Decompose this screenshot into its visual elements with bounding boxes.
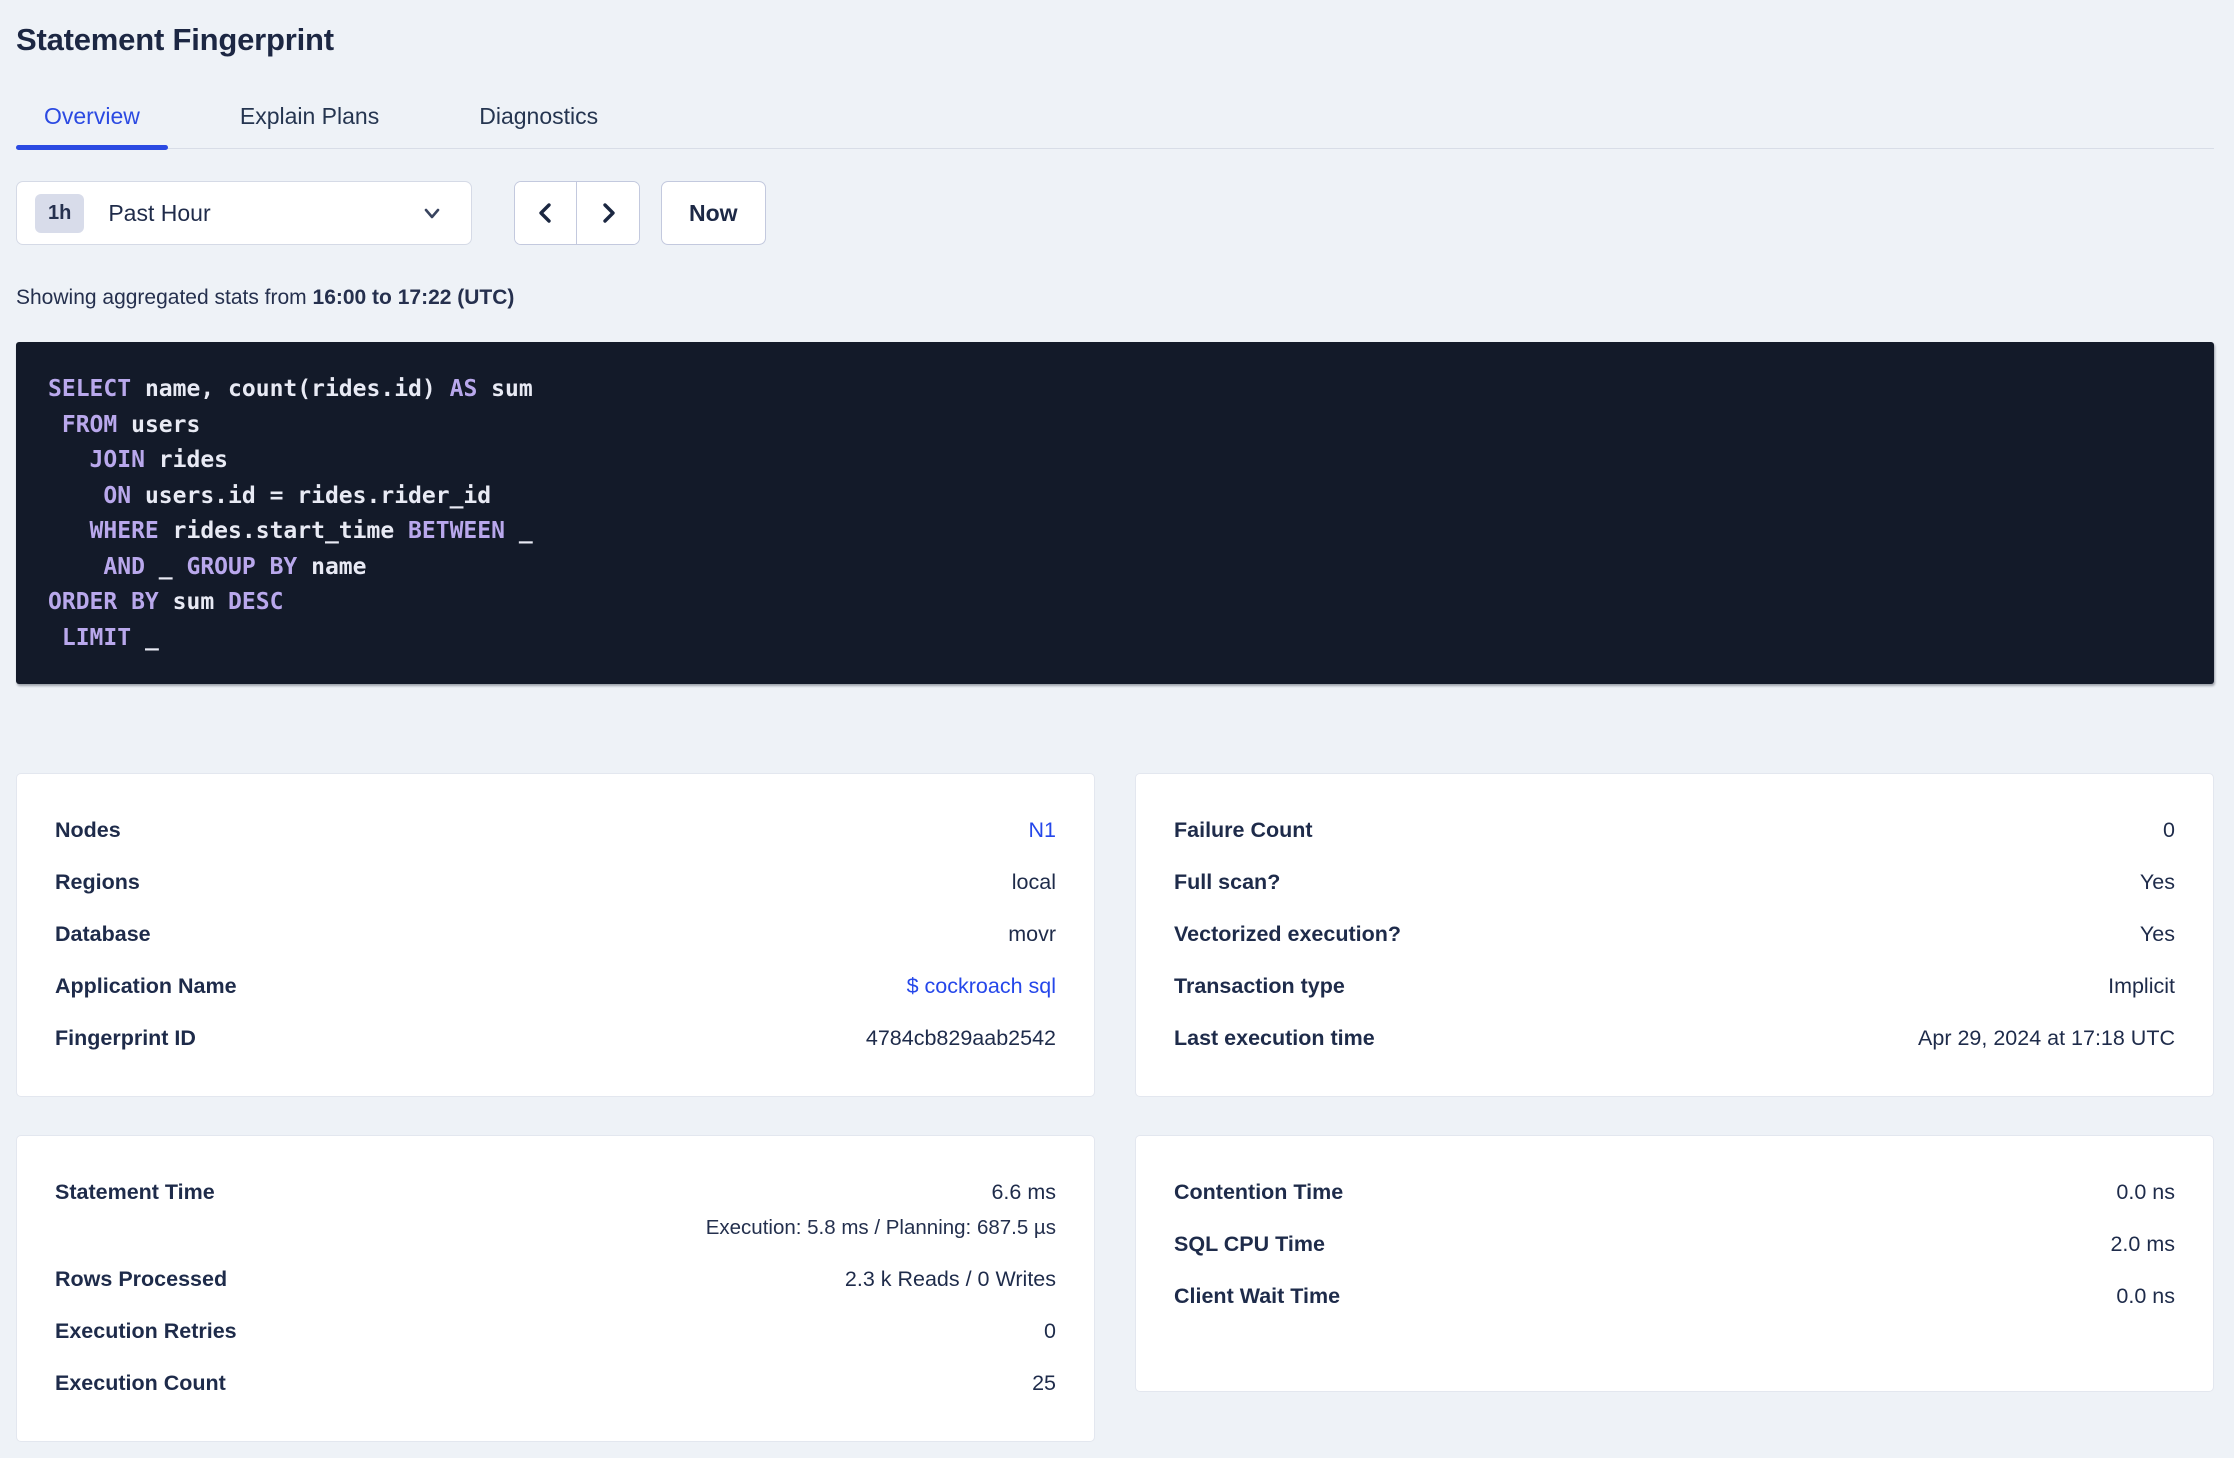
now-button[interactable]: Now — [661, 181, 766, 245]
tab-diagnostics[interactable]: Diagnostics — [451, 91, 626, 148]
transaction-type-label: Transaction type — [1174, 974, 1345, 998]
statement-time-value: 6.6 ms — [991, 1180, 1056, 1204]
execution-retries-value: 0 — [1044, 1319, 1056, 1343]
interval-label: Past Hour — [108, 199, 211, 226]
regions-value: local — [1011, 870, 1056, 894]
contention-time-label: Contention Time — [1174, 1180, 1344, 1204]
contention-time-value: 0.0 ns — [2116, 1180, 2175, 1204]
vectorized-execution-label: Vectorized execution? — [1174, 922, 1402, 946]
chevron-left-icon — [532, 199, 560, 227]
interval-badge: 1h — [35, 193, 85, 233]
regions-row: Regions local — [55, 857, 1056, 909]
application-name-row: Application Name $ cockroach sql — [55, 961, 1056, 1013]
stats-line-prefix: Showing aggregated stats from — [16, 286, 313, 309]
failure-count-value: 0 — [2163, 818, 2175, 842]
failure-count-label: Failure Count — [1174, 818, 1313, 842]
regions-label: Regions — [55, 870, 140, 894]
last-execution-time-value: Apr 29, 2024 at 17:18 UTC — [1918, 1026, 2175, 1050]
statement-details-card: Nodes N1 Regions local Database movr Applicati… — [16, 773, 1095, 1097]
last-execution-time-row: Last execution time Apr 29, 2024 at 17:18… — [1174, 1013, 2175, 1065]
next-range-button[interactable] — [577, 182, 639, 244]
database-label: Database — [55, 922, 151, 946]
statement-time-sub-value: Execution: 5.8 ms / Planning: 687.5 µs — [705, 1216, 1056, 1239]
client-wait-time-label: Client Wait Time — [1174, 1284, 1341, 1308]
nodes-link[interactable]: N1 — [1029, 818, 1056, 842]
execution-count-value: 25 — [1032, 1371, 1056, 1395]
summary-cards: Nodes N1 Regions local Database movr Applicati… — [16, 773, 2214, 1442]
execution-retries-row: Execution Retries 0 — [55, 1306, 1056, 1358]
statement-time-label: Statement Time — [55, 1180, 215, 1204]
sql-cpu-time-value: 2.0 ms — [2110, 1232, 2175, 1256]
contention-time-row: Contention Time 0.0 ns — [1174, 1167, 2175, 1219]
fingerprint-id-label: Fingerprint ID — [55, 1026, 196, 1050]
client-wait-time-value: 0.0 ns — [2116, 1284, 2175, 1308]
tab-explain-plans[interactable]: Explain Plans — [212, 91, 407, 148]
transaction-type-value: Implicit — [2108, 974, 2175, 998]
statement-fingerprint-page: Statement Fingerprint Overview Explain P… — [0, 22, 2234, 1442]
vectorized-execution-row: Vectorized execution? Yes — [1174, 909, 2175, 961]
vectorized-execution-value: Yes — [2139, 922, 2175, 946]
full-scan-value: Yes — [2139, 870, 2175, 894]
statement-time-row: Statement Time 6.6 ms Execution: 5.8 ms / … — [55, 1167, 1056, 1254]
page-title: Statement Fingerprint — [16, 22, 334, 57]
aggregated-stats-line: Showing aggregated stats from 16:00 to 1… — [16, 285, 2214, 311]
failure-count-row: Failure Count 0 — [1174, 805, 2175, 857]
application-name-label: Application Name — [55, 974, 237, 998]
database-value: movr — [1008, 922, 1056, 946]
execution-count-row: Execution Count 25 — [55, 1358, 1056, 1410]
execution-attributes-card: Failure Count 0 Full scan? Yes Vectorized ex… — [1135, 773, 2214, 1097]
rows-processed-label: Rows Processed — [55, 1267, 228, 1291]
fingerprint-id-value: 4784cb829aab2542 — [865, 1026, 1056, 1050]
statement-performance-card: Statement Time 6.6 ms Execution: 5.8 ms / … — [16, 1135, 1095, 1442]
sql-statement-box: SELECT name, count(rides.id) AS sum FROM… — [16, 342, 2214, 684]
database-row: Database movr — [55, 909, 1056, 961]
previous-range-button[interactable] — [515, 182, 577, 244]
sql-code: SELECT name, count(rides.id) AS sum FROM… — [48, 376, 533, 651]
time-breakdown-card: Contention Time 0.0 ns SQL CPU Time 2.0 ms C… — [1135, 1135, 2214, 1392]
nodes-row: Nodes N1 — [55, 805, 1056, 857]
sql-cpu-time-row: SQL CPU Time 2.0 ms — [1174, 1219, 2175, 1271]
execution-count-label: Execution Count — [55, 1371, 226, 1395]
time-range-arrows — [514, 181, 640, 245]
chevron-right-icon — [594, 199, 622, 227]
rows-processed-value: 2.3 k Reads / 0 Writes — [844, 1267, 1056, 1291]
application-name-link[interactable]: $ cockroach sql — [907, 974, 1056, 998]
nodes-label: Nodes — [55, 818, 121, 842]
rows-processed-row: Rows Processed 2.3 k Reads / 0 Writes — [55, 1254, 1056, 1306]
stats-line-range: 16:00 to 17:22 (UTC) — [312, 286, 515, 309]
full-scan-label: Full scan? — [1174, 870, 1281, 894]
transaction-type-row: Transaction type Implicit — [1174, 961, 2175, 1013]
fingerprint-id-row: Fingerprint ID 4784cb829aab2542 — [55, 1013, 1056, 1065]
client-wait-time-row: Client Wait Time 0.0 ns — [1174, 1271, 2175, 1323]
tab-overview[interactable]: Overview — [16, 91, 168, 150]
tab-bar: Overview Explain Plans Diagnostics — [16, 91, 2214, 150]
full-scan-row: Full scan? Yes — [1174, 857, 2175, 909]
sql-cpu-time-label: SQL CPU Time — [1174, 1232, 1325, 1256]
time-toolbar: 1h Past Hour Now — [16, 181, 2214, 245]
chevron-down-icon — [419, 200, 445, 226]
last-execution-time-label: Last execution time — [1174, 1026, 1375, 1050]
execution-retries-label: Execution Retries — [55, 1319, 237, 1343]
time-interval-select[interactable]: 1h Past Hour — [16, 181, 472, 245]
